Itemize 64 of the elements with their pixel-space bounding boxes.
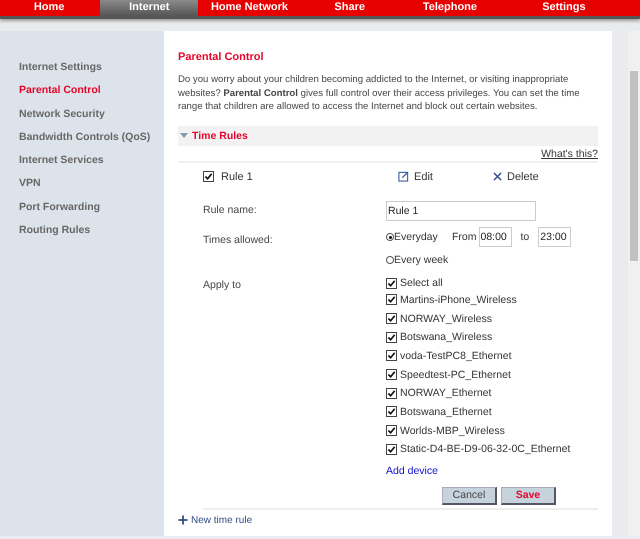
time-field[interactable]: 08:00 (478, 227, 512, 247)
option-label: Everyday (394, 231, 439, 243)
sidebar-item[interactable]: VPN (19, 177, 164, 201)
sidebar-item[interactable]: Bandwidth Controls (QoS) (19, 130, 164, 154)
field-label: Rule name: (203, 202, 258, 218)
nav-tab[interactable]: Share (300, 0, 399, 16)
add-device-link[interactable]: Add device (386, 464, 598, 477)
checkbox[interactable] (386, 444, 397, 455)
checkbox[interactable] (386, 425, 397, 436)
sidebar-item[interactable]: Network Security (19, 108, 164, 131)
sidebar-item[interactable]: Internet Services (19, 154, 164, 178)
checkbox[interactable] (386, 294, 397, 306)
edit-link[interactable]: Edit (398, 170, 493, 182)
checkbox[interactable] (386, 332, 397, 343)
nav-tab[interactable]: Telephone (400, 0, 500, 16)
checkbox[interactable] (386, 406, 397, 418)
checkbox[interactable] (386, 313, 397, 324)
help-link[interactable]: What's this? (541, 148, 598, 160)
nav-tab[interactable]: Home (0, 0, 98, 16)
field-label: Times allowed: (203, 232, 274, 248)
section-header[interactable]: Time Rules (178, 126, 598, 146)
time-field[interactable]: 23:00 (538, 227, 572, 247)
section-title: Time Rules (192, 130, 248, 142)
rule-name-field[interactable]: Rule 1 (386, 200, 536, 220)
sidebar-item[interactable]: Parental Control (19, 84, 164, 108)
scrollbar[interactable] (628, 31, 640, 536)
checkbox[interactable] (386, 369, 397, 380)
checkbox[interactable] (386, 388, 397, 399)
rule-label: Rule 1 (221, 170, 253, 182)
pencil-icon (398, 171, 409, 182)
plus-icon (178, 515, 188, 526)
nav-tab[interactable]: Internet (100, 0, 198, 16)
checkbox[interactable] (386, 350, 397, 362)
device-label: Static-D4-BE-D9-06-32-0C_Ethernet (400, 443, 570, 456)
to-label: to (520, 231, 530, 243)
device-label: Worlds-MBP_Wireless (400, 424, 505, 437)
from-label: From (452, 231, 476, 243)
nav-tab[interactable]: Settings (514, 0, 613, 16)
sidebar-item[interactable]: Routing Rules (19, 224, 164, 248)
device-label: Botswana_Wireless (400, 331, 492, 344)
new-rule-link[interactable]: New time rule (178, 514, 268, 526)
checkbox[interactable] (386, 278, 397, 288)
checkbox[interactable] (203, 171, 214, 182)
device-label: NORWAY_Ethernet (400, 387, 492, 400)
radio-button[interactable] (386, 233, 394, 241)
device-label: Martins-iPhone_Wireless (400, 294, 517, 306)
field-label: Apply to (203, 278, 242, 292)
cancel-button[interactable]: Cancel (442, 486, 497, 505)
device-label: voda-TestPC8_Ethernet (400, 350, 512, 362)
sidebar-item[interactable]: Port Forwarding (19, 200, 164, 224)
checkbox-label: Select all (400, 277, 443, 289)
page-title: Parental Control (178, 51, 265, 63)
device-label: NORWAY_Wireless (400, 312, 492, 325)
sidebar-item[interactable]: Internet Settings (19, 61, 164, 84)
caret-icon (180, 132, 188, 138)
delete-link[interactable]: Delete (493, 170, 539, 182)
intro-text: Do you worry about your children becoming addicted to the Internet, or visiting inappropriate websites? Parental Control gives full control over their access privileges. You can set the time range that children are allowed to access the Internet and block out certain websites. (178, 73, 581, 114)
device-label: Botswana_Ethernet (400, 406, 492, 418)
device-label: Speedtest-PC_Ethernet (400, 368, 511, 381)
radio-button[interactable] (386, 256, 394, 264)
close-icon (493, 172, 502, 181)
nav-tab[interactable]: Home Network (200, 0, 299, 16)
option-label: Every week (394, 254, 450, 266)
save-button[interactable]: Save (501, 486, 556, 505)
